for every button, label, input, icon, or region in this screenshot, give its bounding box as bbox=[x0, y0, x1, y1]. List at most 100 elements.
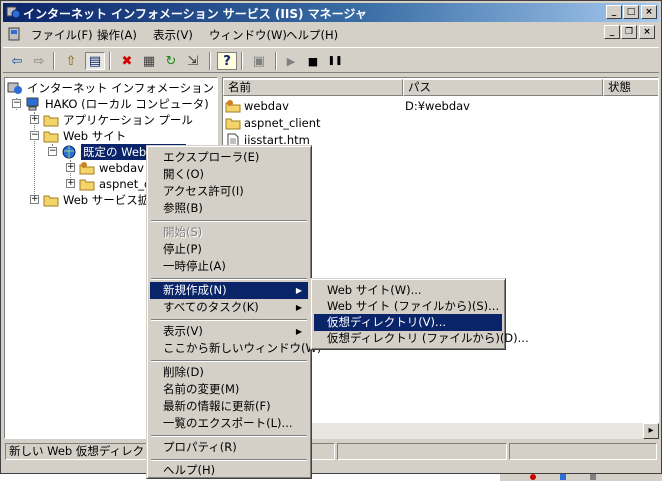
stop-icon[interactable]: ■ bbox=[303, 52, 323, 70]
menu-separator bbox=[151, 360, 307, 362]
tree-node-web-sites[interactable]: Web サイト bbox=[43, 128, 126, 144]
title-bar[interactable]: インターネット インフォメーション サービス (IIS) マネージャ _ □ × bbox=[3, 3, 659, 22]
status-cell bbox=[509, 443, 657, 460]
new-submenu: Web サイト(W)... Web サイト (ファイルから)(S)... 仮想デ… bbox=[310, 278, 529, 350]
tree-node-web-service-ext[interactable]: Web サービス拡張 bbox=[43, 192, 161, 208]
mdi-minimize-button[interactable]: _ bbox=[604, 25, 620, 39]
list-row[interactable]: aspnet_client bbox=[225, 114, 321, 131]
menu-separator bbox=[151, 459, 307, 461]
tree-line bbox=[34, 112, 36, 198]
virtual-dir-icon bbox=[79, 162, 95, 175]
menu-item-stop[interactable]: 停止(P) bbox=[150, 241, 308, 258]
expand-toggle-web-sites[interactable]: − bbox=[30, 131, 39, 140]
tree-node-iis-root[interactable]: インターネット インフォメーション サービス bbox=[7, 80, 217, 96]
tree-label-server: HAKO (ローカル コンピュータ) bbox=[45, 97, 209, 111]
menu-item-help[interactable]: ヘルプ(H) bbox=[150, 462, 308, 479]
help-icon[interactable]: ? bbox=[217, 52, 237, 70]
minimize-button[interactable]: _ bbox=[606, 5, 622, 19]
list-cell-path: D:¥webdav bbox=[405, 98, 470, 113]
toolbar-separator bbox=[109, 52, 111, 70]
refresh-icon[interactable]: ↻ bbox=[161, 52, 181, 70]
virtual-dir-icon bbox=[225, 99, 241, 112]
toolbar-separator bbox=[209, 52, 211, 70]
toolbar: ⇦ ⇨ ⇧ ▤ ✖ ▦ ↻ ⇲ ? ▣ ▶ ■ ❚❚ bbox=[3, 47, 659, 73]
menu-item-pause[interactable]: 一時停止(A) bbox=[150, 258, 308, 275]
tree-node-app-pools[interactable]: アプリケーション プール bbox=[43, 112, 193, 128]
toolbar-separator bbox=[241, 52, 243, 70]
list-row[interactable]: webdav D:¥webdav bbox=[225, 97, 605, 114]
menu-item-export-list[interactable]: 一覧のエクスポート(L)... bbox=[150, 415, 308, 432]
scroll-right-button[interactable]: ▸ bbox=[643, 423, 659, 439]
menu-window[interactable]: ウィンドウ(W) bbox=[209, 27, 287, 43]
expand-toggle-aspnet[interactable]: + bbox=[66, 179, 75, 188]
tree-label-webdav: webdav bbox=[99, 161, 144, 175]
folder-icon bbox=[225, 118, 241, 129]
submenu-item-virtual-dir[interactable]: 仮想ディレクトリ(V)... bbox=[314, 314, 502, 331]
menu-item-refresh[interactable]: 最新の情報に更新(F) bbox=[150, 398, 308, 415]
menu-bar: ファイル(F) 操作(A) 表示(V) ウィンドウ(W) ヘルプ(H) bbox=[3, 24, 659, 44]
computer-icon[interactable]: ▣ bbox=[249, 52, 269, 70]
globe-icon bbox=[62, 145, 76, 159]
tree-node-server[interactable]: HAKO (ローカル コンピュータ) bbox=[25, 96, 209, 112]
menu-item-view[interactable]: 表示(V) ▶ bbox=[150, 323, 308, 340]
show-tree-icon[interactable]: ▤ bbox=[85, 52, 105, 70]
mdi-restore-button[interactable]: ❐ bbox=[621, 25, 637, 39]
submenu-item-web-site-from-file[interactable]: Web サイト (ファイルから)(S)... bbox=[314, 298, 502, 315]
menu-item-all-tasks[interactable]: すべてのタスク(K) ▶ bbox=[150, 299, 308, 316]
menu-item-new-label: 新規作成(N) bbox=[163, 283, 227, 297]
delete-icon[interactable]: ✖ bbox=[117, 52, 137, 70]
expand-toggle-ext[interactable]: + bbox=[30, 195, 39, 204]
menu-item-permissions[interactable]: アクセス許可(I) bbox=[150, 183, 308, 200]
column-header-status[interactable]: 状態 bbox=[603, 79, 658, 96]
expand-toggle-webdav[interactable]: + bbox=[66, 163, 75, 172]
mdi-close-button[interactable]: × bbox=[639, 25, 655, 39]
submenu-arrow-icon: ▶ bbox=[295, 303, 302, 312]
menu-separator bbox=[151, 319, 307, 321]
close-button[interactable]: × bbox=[641, 5, 657, 19]
column-header-name[interactable]: 名前 bbox=[223, 79, 403, 96]
menu-item-explore[interactable]: エクスプローラ(E) bbox=[150, 149, 308, 166]
menu-item-rename[interactable]: 名前の変更(M) bbox=[150, 381, 308, 398]
properties-icon[interactable]: ▦ bbox=[139, 52, 159, 70]
toolbar-separator bbox=[53, 52, 55, 70]
menu-item-all-tasks-label: すべてのタスク(K) bbox=[163, 300, 259, 314]
tree-node-webdav[interactable]: webdav bbox=[79, 160, 144, 176]
column-header-path[interactable]: パス bbox=[403, 79, 603, 96]
menu-item-new[interactable]: 新規作成(N) ▶ bbox=[150, 282, 308, 299]
menu-view[interactable]: 表示(V) bbox=[153, 27, 193, 43]
maximize-button[interactable]: □ bbox=[623, 5, 639, 19]
menu-help[interactable]: ヘルプ(H) bbox=[286, 27, 338, 43]
tray-icon[interactable] bbox=[590, 474, 596, 480]
expand-toggle-server[interactable]: − bbox=[12, 99, 21, 108]
menu-item-open[interactable]: 開く(O) bbox=[150, 166, 308, 183]
context-menu: エクスプローラ(E) 開く(O) アクセス許可(I) 参照(B) 開始(S) 停… bbox=[146, 145, 321, 479]
console-icon[interactable] bbox=[7, 27, 21, 41]
pause-icon[interactable]: ❚❚ bbox=[325, 52, 345, 70]
back-arrow-icon[interactable]: ⇦ bbox=[7, 52, 27, 70]
menu-item-browse[interactable]: 参照(B) bbox=[150, 200, 308, 217]
folder-icon bbox=[79, 179, 95, 191]
menu-action[interactable]: 操作(A) bbox=[97, 27, 137, 43]
tree-label-root: インターネット インフォメーション サービス bbox=[27, 81, 217, 95]
status-bar: 新しい Web 仮想ディレクトリを作成します。 bbox=[3, 441, 659, 461]
expand-toggle-app-pools[interactable]: + bbox=[30, 115, 39, 124]
forward-arrow-icon[interactable]: ⇨ bbox=[29, 52, 49, 70]
export-icon[interactable]: ⇲ bbox=[183, 52, 203, 70]
submenu-item-web-site[interactable]: Web サイト(W)... bbox=[314, 282, 502, 299]
up-folder-icon[interactable]: ⇧ bbox=[61, 52, 81, 70]
folder-icon bbox=[43, 195, 59, 207]
menu-item-properties[interactable]: プロパティ(R) bbox=[150, 439, 308, 456]
iis-root-icon bbox=[7, 82, 22, 94]
menu-item-new-window[interactable]: ここから新しいウィンドウ(W) bbox=[150, 340, 321, 357]
tray-icon[interactable] bbox=[560, 474, 566, 480]
submenu-item-virtual-dir-from-file[interactable]: 仮想ディレクトリ (ファイルから)(D)... bbox=[314, 330, 529, 347]
play-icon[interactable]: ▶ bbox=[281, 52, 301, 70]
tray-icon[interactable] bbox=[530, 474, 536, 480]
menu-separator bbox=[151, 435, 307, 437]
menu-item-view-label: 表示(V) bbox=[163, 324, 203, 338]
menu-item-start: 開始(S) bbox=[163, 225, 203, 239]
menu-file[interactable]: ファイル(F) bbox=[31, 27, 93, 43]
menu-item-delete[interactable]: 削除(D) bbox=[150, 364, 308, 381]
toolbar-separator bbox=[275, 52, 277, 70]
expand-toggle-default-site[interactable]: − bbox=[48, 147, 57, 156]
